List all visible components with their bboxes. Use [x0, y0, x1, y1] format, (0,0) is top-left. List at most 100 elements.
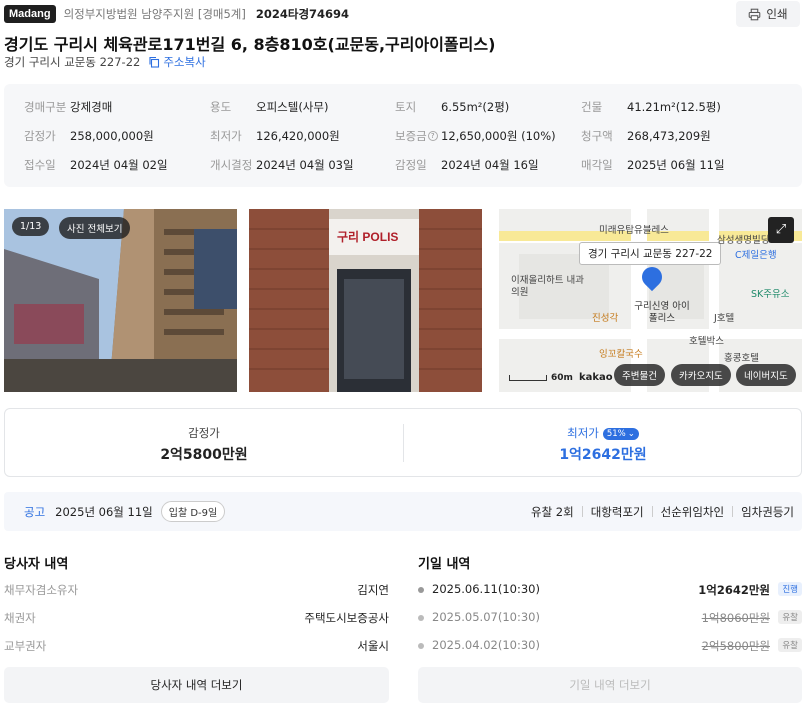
kakao-map-button[interactable]: 카카오지도 [671, 364, 731, 386]
info-deposit: 보증금? 12,650,000원 (10%) [395, 128, 556, 144]
notice-label: 공고 [24, 504, 46, 519]
map-label: 홍콩호텔 [724, 353, 759, 364]
info-value: 6.55m²(2평) [441, 100, 510, 114]
print-label: 인쇄 [766, 7, 788, 21]
info-label: 토지 [395, 100, 417, 114]
case-number: 2024타경74694 [255, 7, 350, 21]
min-price-percent: 51% [606, 429, 626, 439]
map-label: 구리신영 아이폴리스 [634, 301, 690, 324]
history-amount: 1억8060만원 [701, 611, 770, 625]
info-value: 2024년 04월 03일 [256, 158, 354, 172]
min-price-label: 최저가 [567, 426, 599, 440]
info-building: 건물 41.21m²(12.5평) [581, 99, 721, 115]
info-use: 용도 오피스텔(사무) [210, 99, 328, 115]
info-value: 41.21m²(12.5평) [627, 100, 721, 114]
notice-date: 2025년 06월 11일 [55, 504, 153, 519]
info-received: 접수일 2024년 04월 02일 [24, 157, 168, 173]
info-value: 258,000,000원 [70, 129, 154, 143]
court-name: 의정부지방법원 남양주지원 [경매5계] [63, 7, 246, 21]
history-amount: 2억5800만원 [701, 639, 770, 653]
info-land: 토지 6.55m²(2평) [395, 99, 509, 115]
property-photo-entrance[interactable]: 구리 POLIS [249, 209, 482, 392]
timeline-dot [418, 615, 424, 621]
status-badge: 유찰 [778, 610, 802, 624]
info-value: 2024년 04월 16일 [441, 158, 539, 172]
map-label: 잉꼬칼국수 [599, 349, 643, 360]
lot-address: 경기 구리시 교문동 227-22 [4, 55, 141, 69]
property-photo-main[interactable]: 1/13 사진 전체보기 [4, 209, 237, 392]
party-row: 교부권자 서울시 [4, 638, 389, 654]
location-map[interactable]: 경기 구리시 교문동 227-22 ⤢ 미래유탑유블레스 삼성생명빌딩 C제일은… [499, 209, 802, 392]
party-role: 채권자 [4, 611, 36, 625]
info-label: 청구액 [581, 129, 613, 143]
timeline-dot [418, 643, 424, 649]
divider [581, 506, 583, 517]
min-price-block: 최저가 51% ⌄ 1억2642만원 [404, 409, 802, 476]
notice-tag[interactable]: 유찰 2회 [531, 504, 574, 520]
notice-tag[interactable]: 대항력포기 [591, 504, 644, 520]
info-sale-date: 매각일 2025년 06월 11일 [581, 157, 725, 173]
naver-map-button[interactable]: 네이버지도 [736, 364, 796, 386]
nearby-items-button[interactable]: 주변물건 [614, 364, 665, 386]
history-date: 2025.05.07(10:30) [432, 610, 540, 624]
copy-address-label: 주소복사 [163, 55, 206, 69]
timeline-dot [418, 587, 424, 593]
info-label: 최저가 [210, 129, 242, 143]
brand-badge: Madang [4, 5, 56, 23]
info-claim: 청구액 268,473,209원 [581, 128, 711, 144]
party-name: 김지연 [357, 583, 389, 597]
map-label: 미래유탑유블레스 [599, 225, 669, 236]
info-value: 126,420,000원 [256, 129, 340, 143]
history-row: 2025.05.07(10:30) 1억8060만원 유찰 [418, 610, 802, 626]
map-label: J호텔 [714, 313, 735, 324]
info-label: 건물 [581, 100, 603, 114]
map-label: 이재올리하트 내과의원 [511, 275, 584, 298]
party-name: 주택도시보증공사 [304, 611, 389, 625]
parties-more-button[interactable]: 당사자 내역 더보기 [4, 667, 389, 703]
appraisal-price-label: 감정가 [188, 426, 220, 440]
double-chevron-down-icon: ⌄ [627, 429, 635, 439]
info-value: 강제경매 [70, 100, 113, 114]
deposit-label: 보증금 [395, 129, 427, 143]
dday-badge: 입찰 D-9일 [160, 501, 226, 522]
price-summary: 감정가 2억5800만원 최저가 51% ⌄ 1억2642만원 [4, 408, 802, 477]
expand-map-button[interactable]: ⤢ [768, 217, 794, 243]
view-all-photos-button[interactable]: 사진 전체보기 [59, 217, 131, 239]
history-amount: 1억2642만원 [698, 583, 770, 597]
map-label: 호텔박스 [689, 336, 724, 347]
info-value: 2024년 04월 02일 [70, 158, 168, 172]
print-button[interactable]: 인쇄 [736, 1, 800, 27]
info-auction-type: 경매구분 강제경매 [24, 99, 112, 115]
info-label: 경매구분 [24, 100, 67, 114]
history-more-button[interactable]: 기일 내역 더보기 [418, 667, 802, 703]
status-badge: 유찰 [778, 638, 802, 652]
min-price-value: 1억2642만원 [559, 447, 647, 463]
status-badge: 진행 [778, 582, 802, 596]
copy-icon [149, 56, 160, 68]
info-label: 감정가 [24, 129, 56, 143]
map-tooltip: 경기 구리시 교문동 227-22 [579, 242, 722, 265]
info-label: 감정일 [395, 158, 427, 172]
case-info-panel: 경매구분 강제경매 용도 오피스텔(사무) 토지 6.55m²(2평) 건물 41.21… [4, 84, 802, 187]
address-row: 경기 구리시 교문동 227-22 주소복사 [4, 54, 206, 70]
map-label: SK주유소 [751, 289, 790, 300]
appraisal-price-block: 감정가 2억5800만원 [5, 409, 403, 476]
party-row: 채무자겸소유자 김지연 [4, 582, 389, 598]
info-value: 12,650,000원 (10%) [441, 129, 556, 143]
notice-tag[interactable]: 선순위임차인 [661, 504, 724, 520]
history-row: 2025.04.02(10:30) 2억5800만원 유찰 [418, 638, 802, 654]
map-label: 삼성생명빌딩 [717, 235, 770, 246]
info-value: 오피스텔(사무) [256, 100, 329, 114]
notice-bar: 공고 2025년 06월 11일 입찰 D-9일 유찰 2회 대항력포기 선순위… [4, 492, 802, 531]
notice-tag[interactable]: 임차권등기 [741, 504, 794, 520]
divider [732, 506, 734, 517]
info-value: 2025년 06월 11일 [627, 158, 725, 172]
map-label: C제일은행 [735, 250, 777, 261]
info-value: 268,473,209원 [627, 129, 711, 143]
help-icon[interactable]: ? [427, 131, 438, 141]
printer-icon [749, 8, 761, 20]
history-date: 2025.04.02(10:30) [432, 638, 540, 652]
history-section-title: 기일 내역 [418, 557, 471, 572]
info-label: 매각일 [581, 158, 613, 172]
copy-address-button[interactable]: 주소복사 [148, 54, 206, 70]
